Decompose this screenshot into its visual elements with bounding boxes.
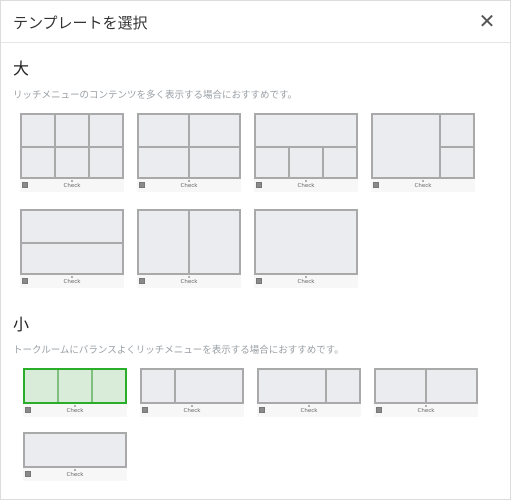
dialog-header: テンプレートを選択 ✕	[1, 1, 510, 43]
check-label: Check	[183, 408, 201, 414]
template-small-narrow-wide[interactable]: Check	[140, 368, 244, 417]
close-icon[interactable]: ✕	[476, 10, 498, 32]
template-small-2-columns[interactable]: Check	[374, 368, 478, 417]
template-preview	[254, 209, 358, 275]
template-large-1-top-2-bottom[interactable]: Check	[137, 113, 241, 192]
template-preview	[140, 368, 244, 404]
section-desc-small: トークルームにバランスよくリッチメニューを表示する場合におすすめです。	[13, 345, 344, 356]
section-desc-large: リッチメニューのコンテンツを多く表示する場合におすすめです。	[13, 90, 298, 101]
template-large-single[interactable]: Check	[254, 209, 358, 288]
template-preview	[257, 368, 361, 404]
check-label: Check	[297, 279, 315, 285]
template-select-dialog: テンプレートを選択 ✕ 大 リッチメニューのコンテンツを多く表示する場合におすす…	[0, 0, 511, 500]
check-label: Check	[414, 183, 432, 189]
template-preview	[371, 113, 475, 179]
check-label: Check	[63, 183, 81, 189]
template-preview	[374, 368, 478, 404]
check-label: Check	[63, 279, 81, 285]
template-large-2-columns[interactable]: Check	[137, 209, 241, 288]
template-preview	[23, 432, 127, 468]
template-preview	[20, 209, 124, 275]
check-label: Check	[297, 183, 315, 189]
template-preview	[20, 113, 124, 179]
section-title-small: 小	[13, 315, 30, 334]
section-title-large: 大	[13, 59, 30, 78]
check-label: Check	[300, 408, 318, 414]
template-small-wide-narrow[interactable]: Check	[257, 368, 361, 417]
template-large-6-grid[interactable]: Check	[20, 113, 124, 192]
template-large-left-big-right-2[interactable]: Check	[371, 113, 475, 192]
check-label: Check	[66, 408, 84, 414]
template-preview	[254, 113, 358, 179]
check-label: Check	[66, 472, 84, 478]
check-label: Check	[180, 279, 198, 285]
template-preview	[137, 113, 241, 179]
template-large-2-rows[interactable]: Check	[20, 209, 124, 288]
template-small-single[interactable]: Check	[23, 432, 127, 481]
check-label: Check	[417, 408, 435, 414]
template-small-3-columns[interactable]: Check	[23, 368, 127, 417]
template-preview	[137, 209, 241, 275]
template-preview	[23, 368, 127, 404]
template-large-1-top-3-bottom[interactable]: Check	[254, 113, 358, 192]
check-label: Check	[180, 183, 198, 189]
dialog-title: テンプレートを選択	[13, 14, 148, 32]
